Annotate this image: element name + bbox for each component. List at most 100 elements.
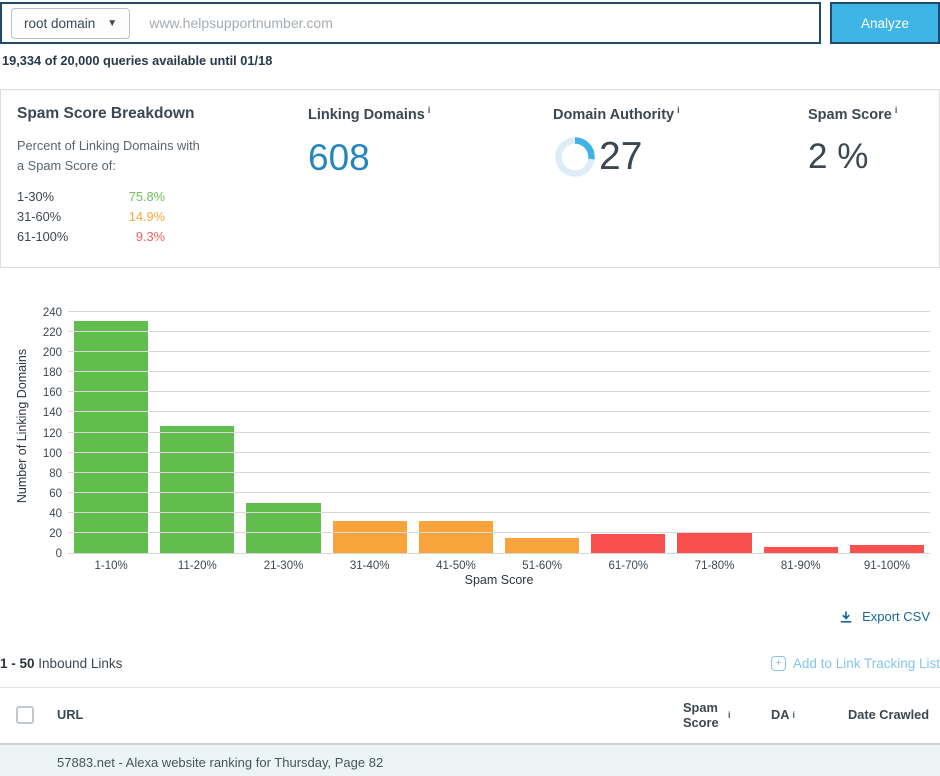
spam-score-metric: Spam Scorei 2 % (808, 105, 923, 247)
breakdown-row-value: 9.3% (136, 227, 165, 247)
bar-31-40%[interactable] (333, 521, 407, 553)
domain-authority-value: 27 (599, 135, 642, 179)
gridline (68, 311, 930, 312)
links-section-title: Inbound Links (38, 656, 122, 671)
export-csv-link[interactable]: Export CSV (839, 609, 930, 624)
bar-slot (758, 313, 844, 553)
y-axis-tick: 0 (22, 548, 62, 560)
breakdown-row: 31-60%14.9% (17, 207, 165, 227)
add-to-link-tracking-label: Add to Link Tracking List (793, 656, 940, 671)
y-axis-tick: 20 (22, 528, 62, 540)
breakdown-row-label: 1-30% (17, 187, 129, 207)
bar-slot (413, 313, 499, 553)
linking-domains-value: 608 (308, 137, 553, 179)
column-header-da: DA (771, 707, 789, 722)
breakdown-row-label: 61-100% (17, 227, 136, 247)
gridline (68, 351, 930, 352)
linking-domains-title: Linking Domains (308, 107, 425, 123)
bar-slot (68, 313, 154, 553)
domain-authority-gauge (553, 135, 597, 179)
gridline (68, 432, 930, 433)
x-axis-label: 31-40% (327, 560, 413, 572)
select-all-checkbox[interactable] (16, 706, 34, 724)
spam-score-bar-chart: Number of Linking Domains 02040608010012… (0, 306, 940, 589)
gridline (68, 512, 930, 513)
bar-51-60%[interactable] (505, 538, 579, 553)
breakdown-row: 1-30%75.8% (17, 187, 165, 207)
chart-bars (68, 313, 930, 553)
spam-score-breakdown: Spam Score Breakdown Percent of Linking … (17, 105, 308, 247)
x-axis-label: 11-20% (154, 560, 240, 572)
bar-slot (671, 313, 757, 553)
gridline (68, 492, 930, 493)
breakdown-rows: 1-30%75.8%31-60%14.9%61-100%9.3% (17, 187, 165, 247)
bar-slot (585, 313, 671, 553)
table-row[interactable]: 57883.net - Alexa website ranking for Th… (0, 745, 940, 776)
y-axis-tick: 160 (22, 387, 62, 399)
y-axis-tick: 180 (22, 367, 62, 379)
info-icon[interactable]: i (895, 105, 898, 115)
export-csv-label: Export CSV (862, 609, 930, 624)
inbound-links-table-body: 57883.net - Alexa website ranking for Th… (0, 745, 940, 776)
bar-slot (240, 313, 326, 553)
x-axis-label: 1-10% (68, 560, 154, 572)
gridline (68, 532, 930, 533)
x-axis-label: 71-80% (671, 560, 757, 572)
info-icon[interactable]: i (728, 710, 731, 721)
inbound-links-table-header: URL Spam Score i DA i Date Crawled (0, 687, 940, 745)
gridline (68, 411, 930, 412)
spam-score-value: 2 % (808, 137, 923, 177)
scope-dropdown-value: root domain (24, 16, 95, 31)
gridline (68, 391, 930, 392)
url-input[interactable] (149, 15, 819, 31)
bar-slot (154, 313, 240, 553)
breakdown-row-value: 75.8% (129, 187, 165, 207)
y-axis-tick: 80 (22, 468, 62, 480)
x-axis-label: 61-70% (585, 560, 671, 572)
bar-81-90%[interactable] (764, 547, 838, 553)
analyze-button[interactable]: Analyze (830, 2, 940, 44)
column-header-spam-score: Spam Score (683, 700, 725, 731)
y-axis-tick: 100 (22, 448, 62, 460)
bar-11-20%[interactable] (160, 426, 234, 553)
y-axis-tick: 220 (22, 327, 62, 339)
breakdown-row: 61-100%9.3% (17, 227, 165, 247)
chevron-down-icon: ▼ (107, 18, 117, 29)
info-icon[interactable]: i (792, 710, 795, 721)
download-icon (839, 610, 853, 624)
breakdown-title: Spam Score Breakdown (17, 105, 308, 123)
info-icon[interactable]: i (428, 105, 431, 115)
bar-21-30%[interactable] (246, 503, 320, 553)
breakdown-subtitle-line1: Percent of Linking Domains with (17, 136, 308, 156)
linking-domains-metric: Linking Domainsi 608 (308, 105, 553, 247)
y-axis-tick: 120 (22, 428, 62, 440)
chart-plot-area (68, 313, 930, 554)
table-row-url: 57883.net - Alexa website ranking for Th… (57, 755, 383, 770)
gridline (68, 452, 930, 453)
x-axis-label: 81-90% (758, 560, 844, 572)
column-header-date-crawled: Date Crawled (848, 707, 940, 722)
bar-41-50%[interactable] (419, 521, 493, 553)
spam-score-title: Spam Score (808, 107, 892, 123)
scope-dropdown[interactable]: root domain ▼ (11, 8, 130, 39)
x-axis-label: 41-50% (413, 560, 499, 572)
gridline (68, 371, 930, 372)
y-axis-tick: 40 (22, 508, 62, 520)
search-bar: root domain ▼ Analyze (0, 2, 940, 44)
x-axis-title: Spam Score (68, 573, 930, 587)
query-quota-text: 19,334 of 20,000 queries available until… (2, 53, 940, 68)
add-to-link-tracking-button[interactable]: + Add to Link Tracking List (771, 656, 940, 671)
bar-slot (327, 313, 413, 553)
bar-71-80%[interactable] (677, 532, 751, 553)
info-icon[interactable]: i (677, 105, 680, 115)
bar-1-10%[interactable] (74, 321, 148, 553)
y-axis-tick: 240 (22, 307, 62, 319)
bar-61-70%[interactable] (591, 534, 665, 553)
links-range: 1 - 50 (0, 656, 35, 671)
plus-icon: + (771, 656, 786, 671)
y-axis-tick: 200 (22, 347, 62, 359)
x-axis-label: 91-100% (844, 560, 930, 572)
gridline (68, 331, 930, 332)
breakdown-row-label: 31-60% (17, 207, 129, 227)
bar-91-100%[interactable] (850, 545, 924, 553)
